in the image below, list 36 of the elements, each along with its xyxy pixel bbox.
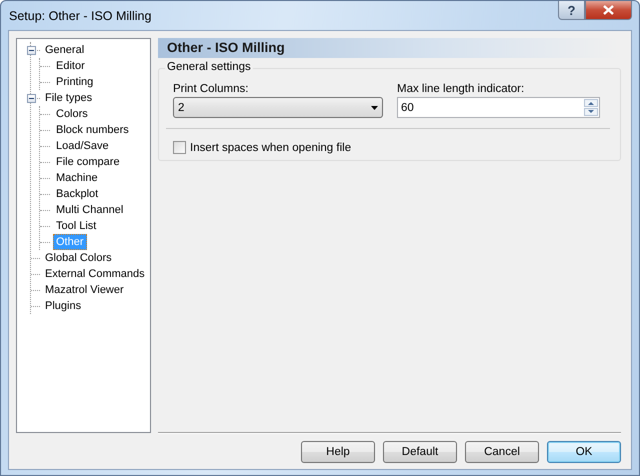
dialog-button[interactable]: Cancel [465,441,539,463]
close-button[interactable] [585,1,632,20]
dialog-button[interactable]: Help [301,441,375,463]
tree-item[interactable]: Load/Save [53,138,112,154]
help-button[interactable]: ? [558,1,585,20]
print-columns-dropdown[interactable]: 2 [173,97,383,118]
dropdown-arrow-icon [371,106,378,110]
tree-item[interactable]: Mazatrol Viewer [42,282,127,298]
tree-item[interactable]: Backplot [53,186,102,202]
group-title: General settings [165,61,253,73]
tree-item[interactable]: External Commands [42,266,148,282]
tree-item[interactable]: Multi Channel [53,202,126,218]
tree-item[interactable]: File compare [53,154,123,170]
tree-item[interactable]: General [42,42,88,58]
checkbox-label: Insert spaces when opening file [190,142,352,154]
field-label: Max line length indicator: [397,83,526,95]
checkbox[interactable] [173,141,186,154]
window-title: Setup: Other - ISO Milling [9,9,152,23]
dialog-button[interactable]: Default [383,441,457,463]
tree-item[interactable]: Global Colors [42,250,115,266]
tree-item[interactable]: Printing [53,74,96,90]
collapse-icon[interactable] [26,46,36,54]
spin-down-icon[interactable] [584,108,598,116]
tree-item[interactable]: Tool List [53,218,100,234]
tree-item[interactable]: Editor [53,58,88,74]
spin-up-icon[interactable] [584,99,598,107]
dialog-button[interactable]: OK [547,441,621,463]
tree-item[interactable]: Plugins [42,298,84,314]
field-label: Print Columns: [173,83,250,95]
tree-item[interactable]: Block numbers [53,122,132,138]
collapse-icon[interactable] [26,94,36,102]
tree-item[interactable]: File types [42,90,96,106]
tree-item[interactable]: Machine [53,170,101,186]
close-icon [603,5,614,15]
tree-item[interactable]: Colors [53,106,91,122]
max-line-length-field[interactable]: 60 [397,97,600,118]
